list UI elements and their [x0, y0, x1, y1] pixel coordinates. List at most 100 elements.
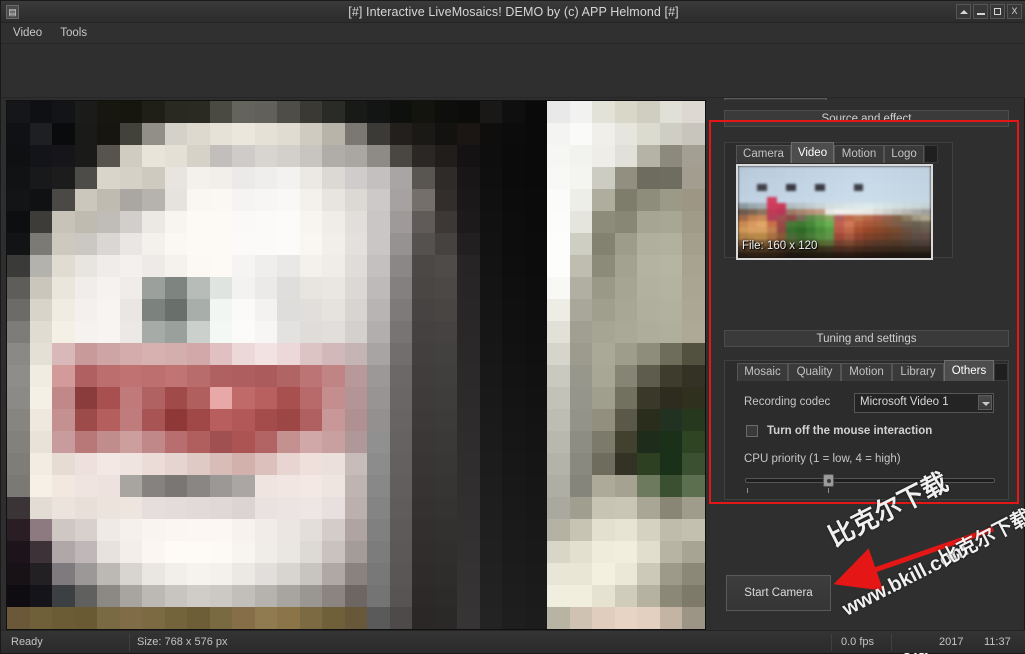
mosaic-cell — [299, 167, 323, 189]
tab-quality[interactable]: Quality — [788, 363, 841, 381]
mosaic-cell — [322, 277, 345, 299]
mosaic-cell — [659, 541, 683, 563]
mosaic-cell — [434, 497, 458, 519]
mosaic-cell — [299, 453, 323, 475]
mosaic-cell — [569, 299, 593, 321]
mosaic-cell — [29, 299, 53, 321]
mosaic-cell — [209, 409, 233, 431]
mosaic-cell — [299, 123, 323, 145]
mosaic-cell — [142, 167, 165, 189]
mosaic-cell — [434, 541, 458, 563]
thumbnail-cell — [902, 251, 912, 258]
mosaic-cell — [524, 299, 548, 321]
mosaic-cell — [52, 321, 75, 343]
mouse-interaction-label[interactable]: Turn off the mouse interaction — [767, 425, 932, 437]
mosaic-cell — [164, 387, 188, 409]
status-time: 11:37 — [984, 636, 1011, 648]
mosaic-cell — [592, 519, 615, 541]
mosaic-cell — [164, 475, 188, 497]
mosaic-cell — [367, 409, 390, 431]
mosaic-cell — [164, 365, 188, 387]
recording-codec-combo[interactable]: Microsoft Video 1 — [854, 393, 994, 413]
mosaic-cell — [187, 343, 210, 365]
thumbnail-cell — [757, 251, 767, 258]
mosaic-cell — [209, 277, 233, 299]
mosaic-cell — [97, 453, 120, 475]
chevron-down-icon[interactable] — [978, 395, 992, 410]
menu-item-video[interactable]: Video — [9, 23, 46, 44]
mosaic-cell — [232, 277, 255, 299]
mosaic-cell — [209, 475, 233, 497]
mosaic-cell — [187, 233, 210, 255]
mosaic-cell — [344, 607, 368, 629]
mosaic-cell — [164, 211, 188, 233]
slider-thumb[interactable] — [823, 474, 834, 487]
mosaic-cell — [614, 189, 638, 211]
mosaic-cell — [97, 365, 120, 387]
mosaic-cell — [254, 233, 278, 255]
status-text: Ready — [11, 636, 43, 648]
tab-camera[interactable]: Camera — [736, 145, 791, 163]
mosaic-cell — [119, 453, 143, 475]
mosaic-cell — [344, 365, 368, 387]
menu-item-tools[interactable]: Tools — [56, 23, 91, 44]
mosaic-cell — [7, 167, 30, 189]
mosaic-cell — [569, 255, 593, 277]
video-preview[interactable] — [6, 100, 706, 630]
video-file-thumbnail[interactable]: File: 160 x 120 — [736, 164, 933, 260]
maximize-button[interactable] — [990, 4, 1005, 19]
mosaic-cell — [277, 409, 300, 431]
mosaic-cell — [254, 277, 278, 299]
mosaic-cell — [52, 189, 75, 211]
mosaic-cell — [187, 475, 210, 497]
mosaic-cell — [277, 343, 300, 365]
mouse-interaction-checkbox[interactable] — [746, 425, 758, 437]
tab-logo[interactable]: Logo — [884, 145, 924, 163]
mosaic-cell — [367, 189, 390, 211]
mosaic-cell — [142, 475, 165, 497]
mosaic-cell — [592, 409, 615, 431]
mosaic-cell — [412, 607, 435, 629]
cpu-priority-slider[interactable] — [745, 472, 995, 493]
mosaic-cell — [592, 365, 615, 387]
mosaic-cell — [29, 145, 53, 167]
mosaic-cell — [52, 365, 75, 387]
mosaic-cell — [682, 211, 705, 233]
mosaic-cell — [547, 167, 570, 189]
close-button[interactable]: X — [1007, 4, 1022, 19]
mosaic-cell — [479, 299, 503, 321]
mosaic-cell — [434, 233, 458, 255]
mosaic-cell — [659, 343, 683, 365]
mosaic-cell — [614, 145, 638, 167]
mosaic-cell — [299, 277, 323, 299]
rollup-button[interactable] — [956, 4, 971, 19]
tab-motion-tuning[interactable]: Motion — [841, 363, 892, 381]
tab-mosaic[interactable]: Mosaic — [737, 363, 788, 381]
tab-motion[interactable]: Motion — [834, 145, 884, 163]
mosaic-cell — [569, 453, 593, 475]
mosaic-cell — [367, 365, 390, 387]
mosaic-cell — [119, 497, 143, 519]
mosaic-cell — [524, 519, 548, 541]
mosaic-cell — [29, 431, 53, 453]
minimize-button[interactable] — [973, 4, 988, 19]
mosaic-cell — [187, 519, 210, 541]
mosaic-cell — [322, 497, 345, 519]
mosaic-cell — [659, 607, 683, 629]
mosaic-cell — [479, 475, 503, 497]
mosaic-cell — [254, 321, 278, 343]
mosaic-cell — [524, 277, 548, 299]
start-camera-button[interactable]: Start Camera — [726, 575, 831, 611]
mosaic-cell — [322, 167, 345, 189]
right-panel: Source and effect Camera Video Motion Lo… — [711, 100, 1021, 630]
tab-video[interactable]: Video — [791, 142, 834, 163]
mosaic-cell — [187, 101, 210, 123]
mosaic-cell — [659, 255, 683, 277]
mosaic-cell — [547, 123, 570, 145]
mosaic-cell — [322, 233, 345, 255]
mosaic-cell — [389, 299, 413, 321]
tab-others[interactable]: Others — [944, 360, 994, 381]
mosaic-cell — [52, 233, 75, 255]
mosaic-cell — [74, 541, 98, 563]
tab-library[interactable]: Library — [892, 363, 944, 381]
